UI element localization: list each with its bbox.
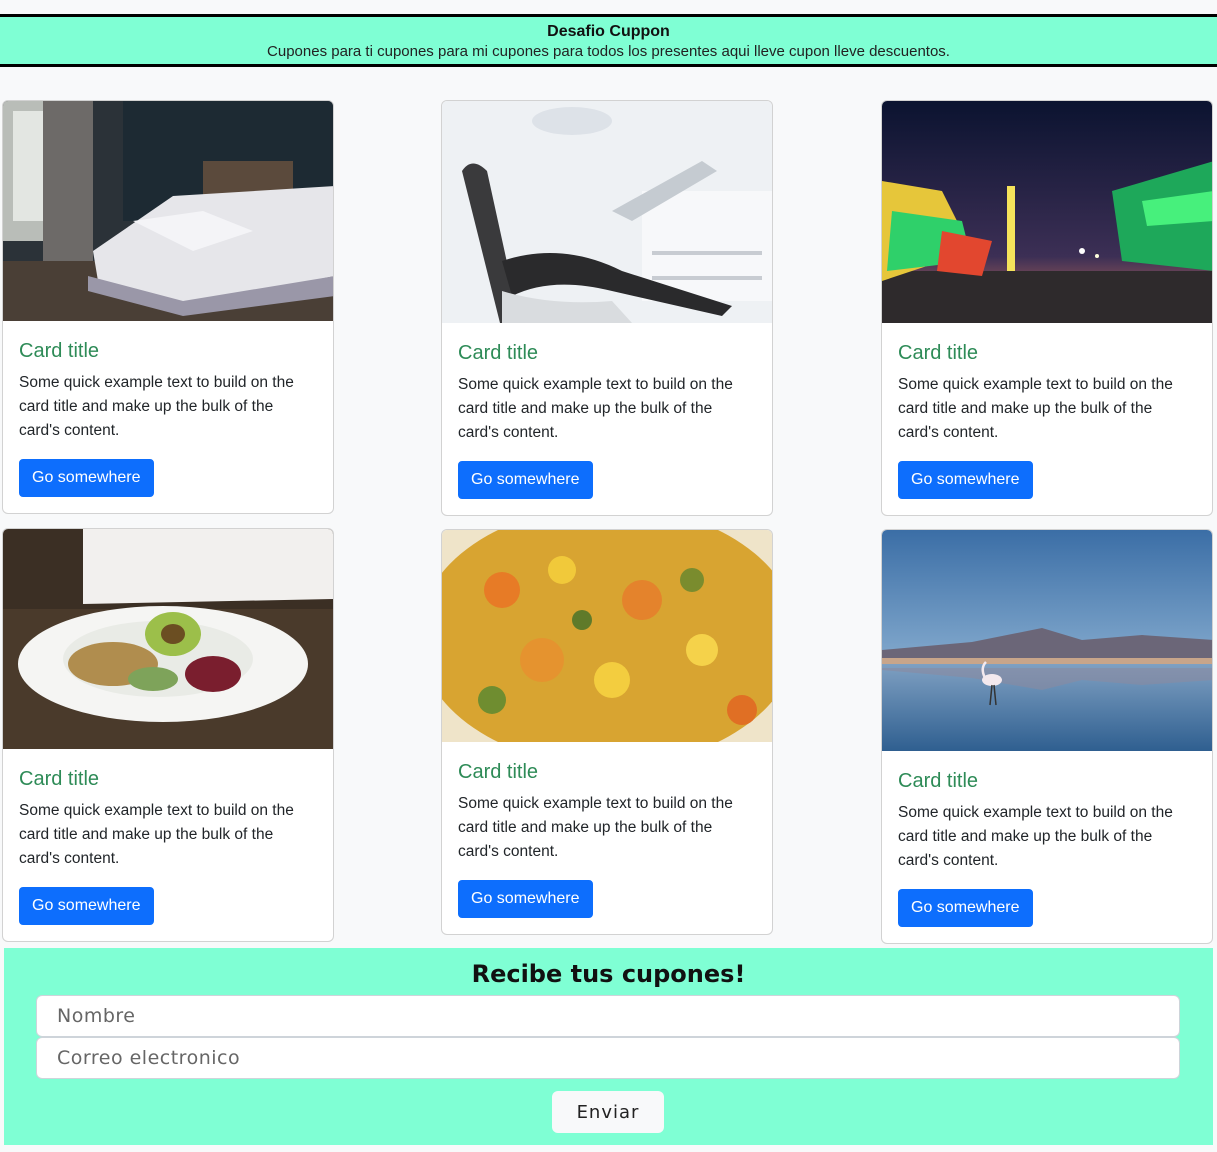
vegetable-dish-image — [442, 530, 772, 742]
card: Card title Some quick example text to bu… — [881, 529, 1213, 944]
card-text: Some quick example text to build on the … — [19, 374, 294, 439]
card: Card title Some quick example text to bu… — [441, 529, 773, 935]
card-text: Some quick example text to build on the … — [19, 802, 294, 867]
card-text: Some quick example text to build on the … — [898, 804, 1173, 869]
go-somewhere-button[interactable]: Go somewhere — [458, 461, 593, 499]
card-text: Some quick example text to build on the … — [458, 376, 733, 441]
card-title: Card title — [19, 340, 100, 362]
dental-chair-image — [442, 101, 772, 323]
go-somewhere-button[interactable]: Go somewhere — [898, 461, 1033, 499]
go-somewhere-button[interactable]: Go somewhere — [19, 459, 154, 497]
flamingo-lake-image — [882, 530, 1212, 751]
go-somewhere-button[interactable]: Go somewhere — [458, 880, 593, 918]
site-title: Desafio Cuppon — [547, 23, 670, 40]
card-title: Card title — [458, 342, 539, 364]
form-title: Recibe tus cupones! — [471, 960, 746, 988]
salad-image — [3, 529, 333, 749]
card: Card title Some quick example text to bu… — [881, 100, 1213, 516]
email-input[interactable] — [36, 1037, 1180, 1079]
card-text: Some quick example text to build on the … — [458, 795, 733, 860]
card: Card title Some quick example text to bu… — [2, 100, 334, 514]
go-somewhere-button[interactable]: Go somewhere — [898, 889, 1033, 927]
go-somewhere-button[interactable]: Go somewhere — [19, 887, 154, 925]
card: Card title Some quick example text to bu… — [441, 100, 773, 516]
bedroom-image — [3, 101, 333, 321]
carnival-image — [882, 101, 1212, 323]
name-input[interactable] — [36, 995, 1180, 1037]
site-subtitle: Cupones para ti cupones para mi cupones … — [267, 43, 950, 60]
card-title: Card title — [458, 761, 539, 783]
card: Card title Some quick example text to bu… — [2, 528, 334, 942]
card-title: Card title — [19, 768, 100, 790]
card-title: Card title — [898, 770, 979, 792]
coupon-signup-form: Recibe tus cupones! Enviar — [4, 948, 1213, 1145]
card-text: Some quick example text to build on the … — [898, 376, 1173, 441]
card-title: Card title — [898, 342, 979, 364]
site-header: Desafio Cuppon Cupones para ti cupones p… — [0, 14, 1217, 67]
submit-button[interactable]: Enviar — [552, 1091, 664, 1133]
